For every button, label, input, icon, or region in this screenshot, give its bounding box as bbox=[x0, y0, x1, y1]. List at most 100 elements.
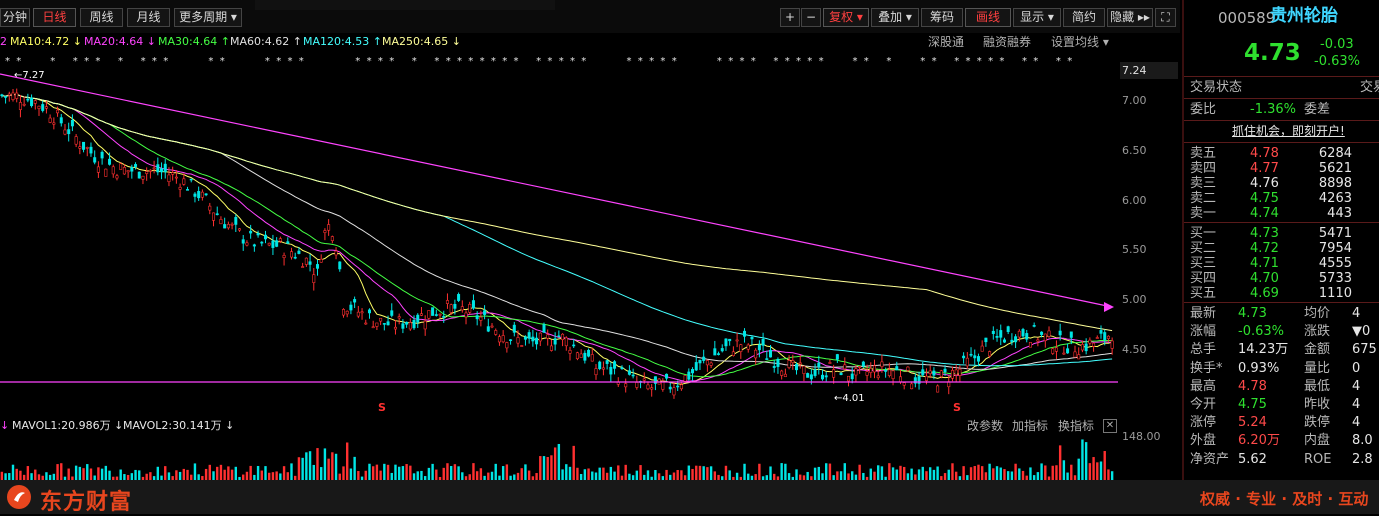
bid-price[interactable]: 4.71 bbox=[1250, 256, 1279, 271]
open-account-link[interactable]: 抓住机会，即刻开户! bbox=[1232, 124, 1345, 139]
ma120-label: MA120:4.53 ↑ bbox=[303, 35, 382, 48]
period-weekly-button[interactable]: 周线 bbox=[80, 8, 123, 27]
sell-signal-icon[interactable]: S bbox=[953, 401, 961, 414]
ask-volume: 8898 bbox=[1318, 176, 1352, 191]
bid-label: 买三 bbox=[1190, 256, 1217, 271]
quote-value: 0.93% bbox=[1238, 360, 1280, 376]
margin-trading-link[interactable]: 融资融券 bbox=[983, 33, 1031, 51]
svg-text:*: * bbox=[5, 56, 10, 67]
period-monthly-button[interactable]: 月线 bbox=[127, 8, 170, 27]
bid-price[interactable]: 4.70 bbox=[1250, 271, 1279, 286]
price-axis-tick: 7.00 bbox=[1122, 94, 1147, 107]
quote-label: 外盘 bbox=[1190, 433, 1217, 449]
quote-value: 5.62 bbox=[1238, 451, 1267, 467]
quote-label: 昨收 bbox=[1304, 397, 1331, 412]
ask-price[interactable]: 4.78 bbox=[1250, 146, 1279, 161]
draw-line-button[interactable]: 画线 bbox=[965, 8, 1011, 27]
svg-text:*: * bbox=[367, 56, 372, 67]
overlay-dropdown[interactable]: 叠加 ▾ bbox=[871, 8, 919, 27]
svg-text:*: * bbox=[141, 56, 146, 67]
ask-label: 卖一 bbox=[1190, 206, 1217, 221]
quote-value: 4 bbox=[1352, 397, 1361, 412]
stock-name: 贵州轮胎 bbox=[1270, 6, 1338, 26]
weicha-label: 委差 bbox=[1304, 102, 1331, 117]
svg-text:*: * bbox=[717, 56, 722, 67]
bid-label: 买五 bbox=[1190, 286, 1217, 301]
volume-chart bbox=[0, 439, 1114, 480]
period-minute-button[interactable]: 分钟 bbox=[0, 8, 30, 27]
svg-text:*: * bbox=[977, 56, 982, 67]
svg-text:*: * bbox=[118, 56, 123, 67]
svg-text:*: * bbox=[627, 56, 632, 67]
more-periods-dropdown[interactable]: 更多周期 ▾ bbox=[174, 8, 242, 27]
bid-price[interactable]: 4.73 bbox=[1250, 226, 1279, 241]
brand-name: 东方财富 bbox=[40, 490, 133, 515]
zoom-out-button[interactable]: − bbox=[801, 8, 821, 27]
weibi-label: 委比 bbox=[1190, 102, 1217, 117]
price-chart[interactable]: * * * * * * * * * * * * * * * * * * * * * * * * * * * * * * * * * * * * * * * *… bbox=[0, 52, 1120, 417]
svg-text:*: * bbox=[73, 56, 78, 67]
svg-text:*: * bbox=[491, 56, 496, 67]
bid-price[interactable]: 4.69 bbox=[1250, 286, 1279, 301]
switch-indicator-link[interactable]: 换指标 bbox=[1058, 417, 1094, 435]
adjust-dropdown[interactable]: 复权 ▾ bbox=[823, 8, 869, 27]
price-axis-tick: 4.50 bbox=[1122, 343, 1147, 356]
period-daily-button[interactable]: 日线 bbox=[33, 8, 76, 27]
hk-connect-link[interactable]: 深股通 bbox=[928, 33, 964, 51]
bid-volume: 4555 bbox=[1318, 256, 1352, 271]
svg-text:*: * bbox=[389, 56, 394, 67]
toolbar-top-strip bbox=[255, 0, 555, 10]
quote-label: 跌停 bbox=[1304, 415, 1331, 431]
ask-price[interactable]: 4.76 bbox=[1250, 176, 1279, 191]
brand-slogan: 权威 · 专业 · 及时 · 互动 bbox=[1200, 490, 1369, 508]
svg-text:*: * bbox=[886, 56, 891, 67]
price-axis-tick: 6.00 bbox=[1122, 194, 1147, 207]
quote-label: 均价 bbox=[1304, 306, 1331, 321]
quote-label: 涨幅 bbox=[1190, 324, 1217, 340]
fullscreen-icon[interactable]: ⛶ bbox=[1155, 8, 1176, 27]
add-indicator-link[interactable]: 加指标 bbox=[1012, 417, 1048, 435]
quote-label: 最新 bbox=[1190, 306, 1217, 321]
bid-price[interactable]: 4.72 bbox=[1250, 241, 1279, 256]
svg-text:*: * bbox=[649, 56, 654, 67]
quote-value: 5.24 bbox=[1238, 415, 1267, 431]
ask-label: 卖五 bbox=[1190, 146, 1217, 161]
svg-text:*: * bbox=[1022, 56, 1027, 67]
ask-price[interactable]: 4.77 bbox=[1250, 161, 1279, 176]
compact-button[interactable]: 简约 bbox=[1063, 8, 1105, 27]
sell-signal-icon[interactable]: S bbox=[378, 401, 386, 414]
ask-price[interactable]: 4.74 bbox=[1250, 206, 1279, 221]
quote-value: 2.8 bbox=[1352, 451, 1373, 467]
ma30-label: MA30:4.64 ↑ bbox=[158, 35, 230, 48]
trade-status-value: 交易 bbox=[1360, 80, 1379, 95]
resistance-trendline[interactable] bbox=[0, 73, 1113, 308]
svg-text:*: * bbox=[276, 56, 281, 67]
display-dropdown[interactable]: 显示 ▾ bbox=[1013, 8, 1061, 27]
quote-label: 涨停 bbox=[1190, 415, 1217, 431]
quote-label: 最低 bbox=[1304, 378, 1331, 394]
chips-button[interactable]: 筹码 bbox=[921, 8, 963, 27]
svg-text:*: * bbox=[220, 56, 225, 67]
quote-value: 4.75 bbox=[1238, 397, 1267, 412]
edit-params-link[interactable]: 改参数 bbox=[967, 417, 1003, 435]
price-axis-tick: 5.00 bbox=[1122, 293, 1147, 306]
close-icon[interactable]: ✕ bbox=[1103, 419, 1117, 433]
price-axis-tick: 5.50 bbox=[1122, 243, 1147, 256]
hide-button[interactable]: 隐藏 ▸▸ bbox=[1107, 8, 1153, 27]
ask-price[interactable]: 4.75 bbox=[1250, 191, 1279, 206]
svg-text:*: * bbox=[999, 56, 1004, 67]
svg-text:*: * bbox=[50, 56, 55, 67]
svg-text:*: * bbox=[457, 56, 462, 67]
svg-text:*: * bbox=[95, 56, 100, 67]
svg-text:*: * bbox=[16, 56, 21, 67]
svg-text:*: * bbox=[819, 56, 824, 67]
ma-settings-dropdown[interactable]: 设置均线 ▾ bbox=[1051, 33, 1109, 51]
low-annotation: ←4.01 bbox=[834, 393, 865, 404]
svg-text:*: * bbox=[864, 56, 869, 67]
quote-label: ROE bbox=[1304, 451, 1332, 467]
svg-text:*: * bbox=[1067, 56, 1072, 67]
current-price: 4.73 bbox=[1244, 40, 1301, 66]
bid-label: 买一 bbox=[1190, 226, 1217, 241]
zoom-in-button[interactable]: + bbox=[780, 8, 800, 27]
price-axis-tick: 6.50 bbox=[1122, 144, 1147, 157]
